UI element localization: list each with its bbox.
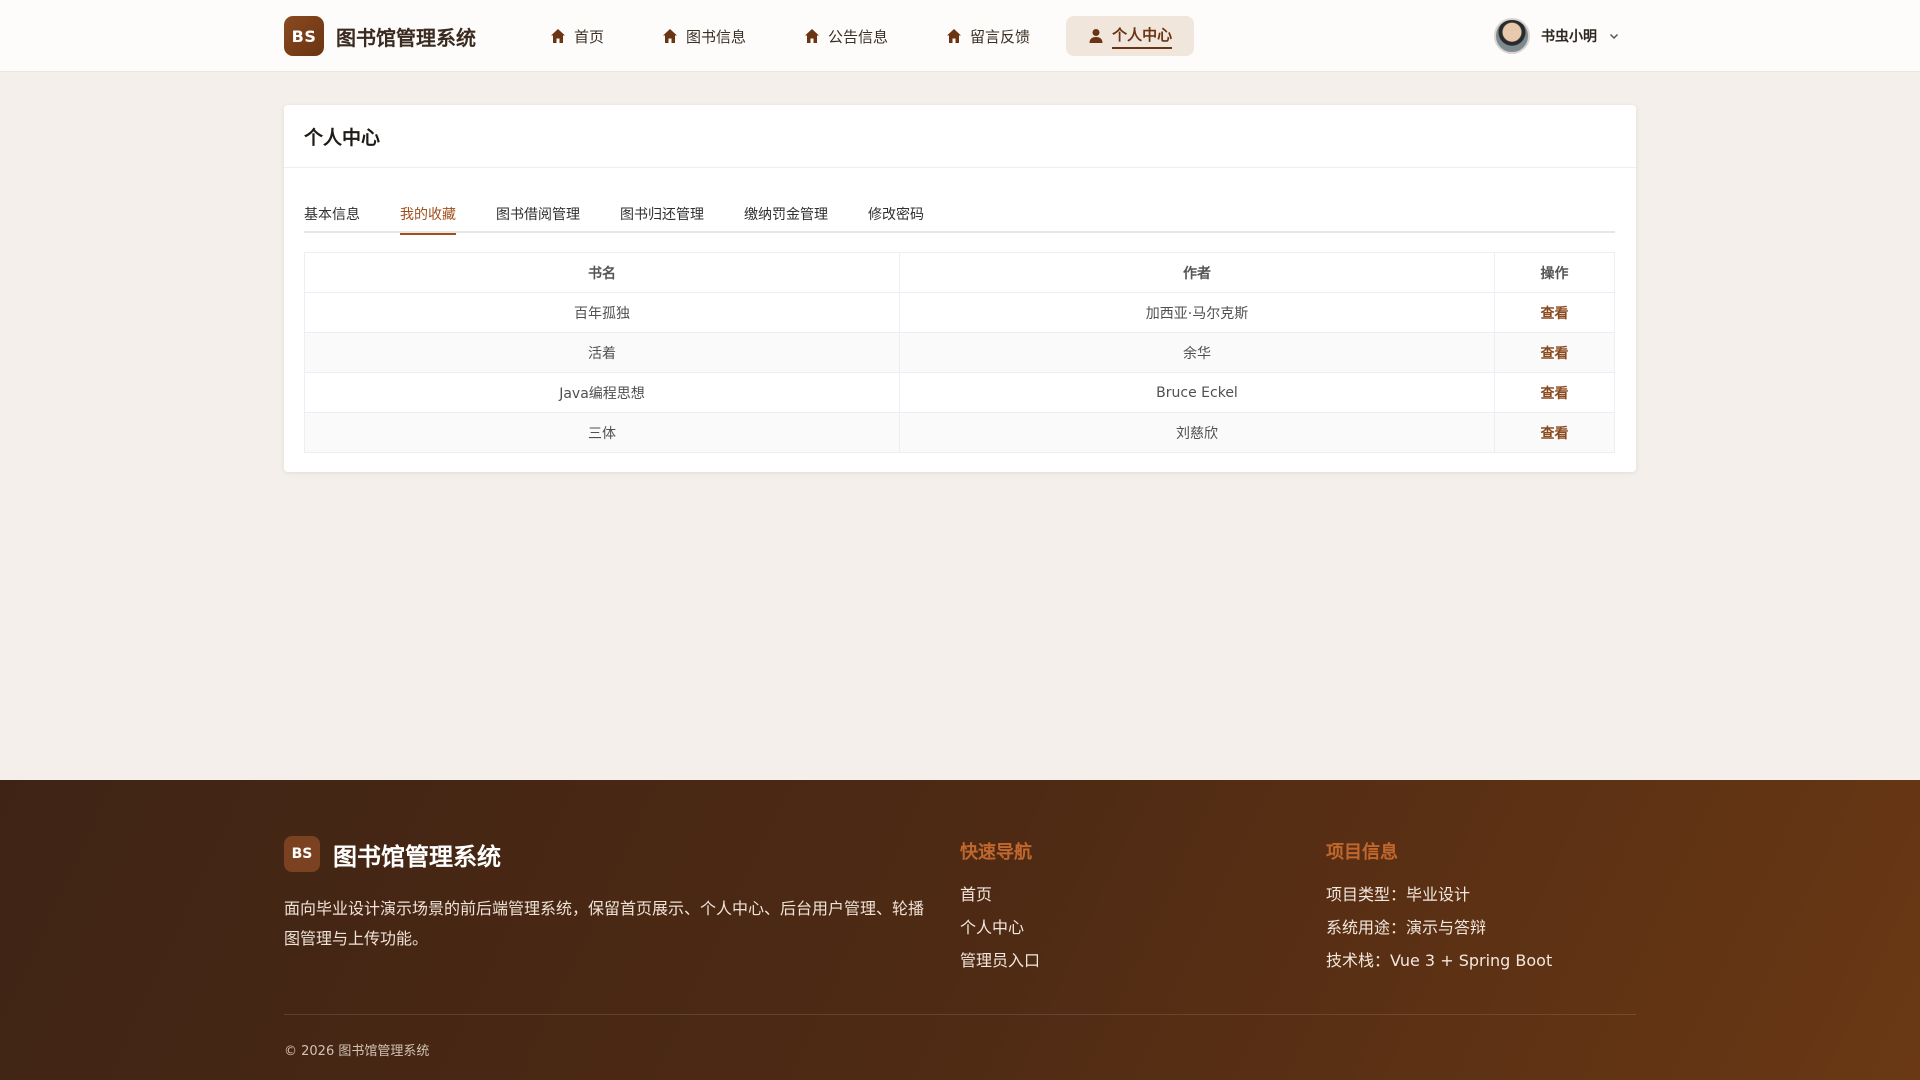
footer-brand: BS 图书馆管理系统 [284,836,501,872]
profile-card: 个人中心 基本信息 我的收藏 图书借阅管理 图书归还管理 缴纳罚金管理 修改密码… [284,105,1636,472]
site-footer: BS 图书馆管理系统 面向毕业设计演示场景的前后端管理系统，保留首页展示、个人中… [0,780,1920,1080]
view-button[interactable]: 查看 [1541,306,1569,322]
user-name: 书虫小明 [1541,29,1597,45]
project-info: 项目信息 项目类型：毕业设计 系统用途：演示与答辩 技术栈：Vue 3 + Sp… [1326,838,1552,977]
footer-logo: BS [284,836,320,872]
table-row: 活着 余华 查看 [304,332,1615,373]
nav-item-home[interactable]: 首页 [528,16,626,56]
nav-label: 图书信息 [686,27,747,46]
column-header-author: 作者 [899,252,1495,293]
project-tech-stack: 技术栈：Vue 3 + Spring Boot [1326,951,1553,970]
home-icon [805,29,820,43]
site-title: 图书馆管理系统 [336,25,476,50]
tab-return-management[interactable]: 图书归还管理 [620,195,704,233]
author-cell: Bruce Eckel [899,372,1495,413]
quick-nav-heading: 快速导航 [960,842,1032,863]
chevron-down-icon[interactable] [1609,31,1619,41]
nav-item-feedback[interactable]: 留言反馈 [924,16,1052,56]
nav-label: 公告信息 [828,27,889,46]
author-cell: 刘慈欣 [899,412,1495,453]
author-cell: 余华 [899,332,1495,373]
profile-tabs: 基本信息 我的收藏 图书借阅管理 图书归还管理 缴纳罚金管理 修改密码 [304,195,1615,235]
footer-divider [284,1014,1636,1015]
quick-nav: 快速导航 首页 个人中心 管理员入口 [960,838,1040,977]
favorites-table: 书名 作者 操作 百年孤独 加西亚·马尔克斯 查看 活着 余华 查看 Java编… [304,252,1615,453]
book-title-cell: 三体 [304,412,900,453]
tab-borrow-management[interactable]: 图书借阅管理 [496,195,580,233]
book-title-cell: Java编程思想 [304,372,900,413]
footer-link-home[interactable]: 首页 [960,878,1040,911]
action-cell: 查看 [1494,372,1615,413]
avatar[interactable] [1494,18,1530,54]
book-title-cell: 百年孤独 [304,292,900,333]
brand[interactable]: BS 图书馆管理系统 [284,16,476,56]
column-header-action: 操作 [1494,252,1615,293]
action-cell: 查看 [1494,332,1615,373]
copyright: © 2026 图书馆管理系统 [284,1044,430,1059]
table-row: 三体 刘慈欣 查看 [304,412,1615,453]
main-nav: 首页 图书信息 公告信息 留言反馈 个人中心 [528,16,1208,56]
action-cell: 查看 [1494,412,1615,453]
nav-item-book-info[interactable]: 图书信息 [640,16,768,56]
project-info-heading: 项目信息 [1326,842,1398,863]
home-icon [947,29,962,43]
nav-label: 个人中心 [1112,24,1173,49]
tab-my-favorites[interactable]: 我的收藏 [400,195,456,235]
author-cell: 加西亚·马尔克斯 [899,292,1495,333]
project-purpose: 系统用途：演示与答辩 [1326,918,1487,937]
view-button[interactable]: 查看 [1541,346,1569,362]
page-title: 个人中心 [304,126,381,149]
logo: BS [284,16,324,56]
view-button[interactable]: 查看 [1541,386,1569,402]
nav-item-profile[interactable]: 个人中心 [1066,16,1195,56]
project-type: 项目类型：毕业设计 [1326,885,1471,904]
card-header: 个人中心 [284,105,1636,168]
user-menu[interactable]: 书虫小明 [1494,16,1619,56]
home-icon [663,29,678,43]
nav-label: 首页 [574,27,605,46]
footer-title: 图书馆管理系统 [333,842,501,871]
table-row: Java编程思想 Bruce Eckel 查看 [304,372,1615,413]
footer-link-profile[interactable]: 个人中心 [960,911,1040,944]
top-navbar: BS 图书馆管理系统 首页 图书信息 公告信息 留言反馈 个人中心 书虫小明 [0,0,1920,72]
user-icon [1089,29,1103,43]
tab-fine-payment[interactable]: 缴纳罚金管理 [744,195,828,233]
tab-change-password[interactable]: 修改密码 [868,195,924,233]
action-cell: 查看 [1494,292,1615,333]
nav-item-announcements[interactable]: 公告信息 [782,16,910,56]
table-row: 百年孤独 加西亚·马尔克斯 查看 [304,292,1615,333]
footer-link-admin[interactable]: 管理员入口 [960,944,1040,977]
nav-label: 留言反馈 [970,27,1031,46]
book-title-cell: 活着 [304,332,900,373]
column-header-title: 书名 [304,252,900,293]
tab-basic-info[interactable]: 基本信息 [304,195,360,233]
table-header-row: 书名 作者 操作 [304,252,1615,293]
home-icon [551,29,565,43]
view-button[interactable]: 查看 [1541,426,1569,442]
footer-description: 面向毕业设计演示场景的前后端管理系统，保留首页展示、个人中心、后台用户管理、轮播… [284,899,925,948]
